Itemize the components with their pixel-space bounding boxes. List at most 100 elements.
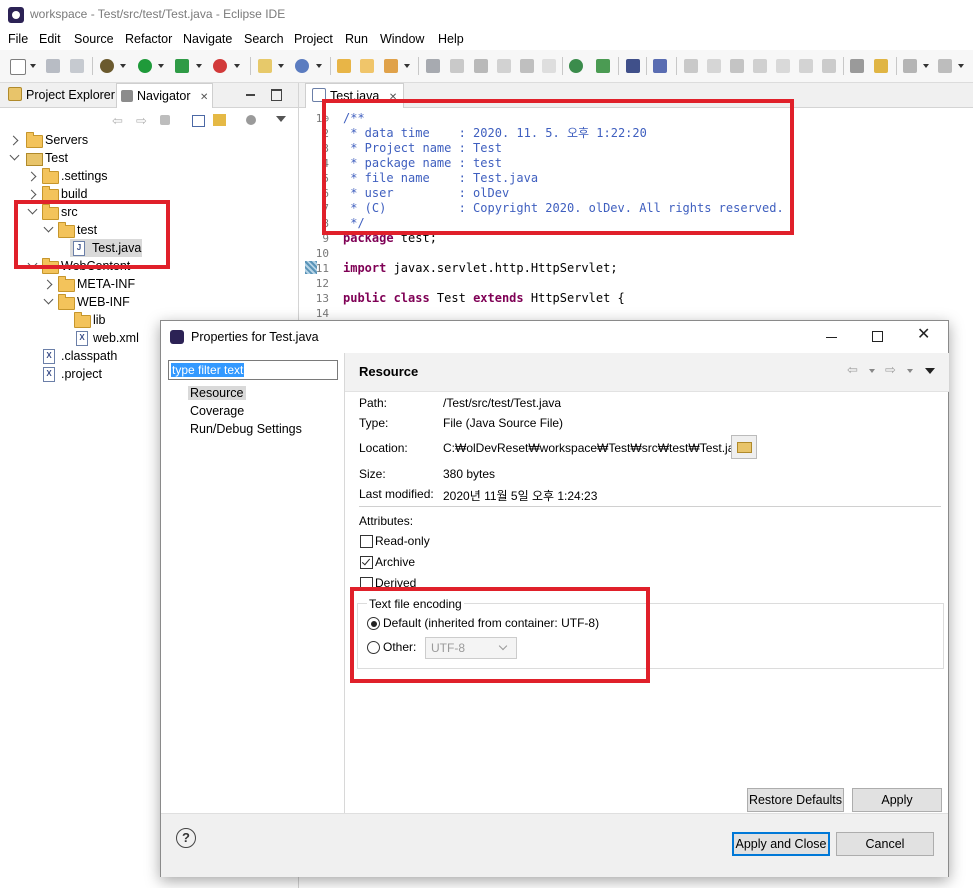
menu-source[interactable]: Source [74,32,114,46]
help-icon[interactable]: ? [176,828,196,848]
new-java-project-icon[interactable] [258,59,272,73]
chevron-down-icon[interactable] [869,369,875,373]
nav-item-coverage[interactable]: Coverage [190,404,244,418]
minimize-icon[interactable] [826,337,837,338]
toggle-mark-icon[interactable] [450,59,464,73]
web-browser-icon[interactable] [569,59,583,73]
back-dropdown-icon[interactable] [958,64,964,68]
chevron-down-icon[interactable] [43,294,54,305]
menu-project[interactable]: Project [294,32,333,46]
save-icon[interactable] [46,59,60,73]
next-edit-icon[interactable] [903,59,917,73]
minimize-icon[interactable] [246,94,255,96]
external-tools-dropdown-icon[interactable] [234,64,240,68]
read-only-checkbox[interactable] [360,535,373,548]
suspend-icon[interactable] [707,59,721,73]
view-menu-icon[interactable] [925,368,935,374]
maximize-icon[interactable] [872,331,883,342]
menu-refactor[interactable]: Refactor [125,32,172,46]
next-annotation-icon[interactable] [596,59,610,73]
chevron-right-icon[interactable] [26,171,37,182]
close-icon[interactable]: ✕ [200,92,208,103]
new-icon[interactable] [10,59,26,75]
coverage-dropdown-icon[interactable] [196,64,202,68]
close-icon[interactable]: ✕ [917,327,930,343]
search-dropdown-icon[interactable] [404,64,410,68]
view-menu-icon[interactable] [276,116,286,122]
menu-edit[interactable]: Edit [39,32,61,46]
back-arrow-icon[interactable]: ⇦ [847,362,858,378]
back-icon[interactable] [938,59,952,73]
cancel-button[interactable]: Cancel [836,832,934,856]
filter-input[interactable]: type filter text [168,360,338,380]
link-editor-icon[interactable] [213,114,226,126]
chevron-right-icon[interactable] [8,135,19,146]
restore-defaults-button[interactable]: Restore Defaults [747,788,844,812]
new-class-icon[interactable] [295,59,309,73]
location-label: Location: [359,441,408,455]
new-dropdown-icon[interactable] [30,64,36,68]
chevron-right-icon[interactable] [26,189,37,200]
apply-and-close-button[interactable]: Apply and Close [732,832,830,856]
annotation-icon[interactable] [426,59,440,73]
tree-item-servers[interactable]: Servers [0,131,298,149]
tree-item-web-inf[interactable]: WEB-INF [0,293,298,311]
debug-dropdown-icon[interactable] [120,64,126,68]
pin-icon[interactable] [653,59,667,73]
outline-icon[interactable] [850,59,864,73]
size-value: 380 bytes [443,467,496,481]
filter-icon[interactable] [246,115,256,125]
step-into-icon[interactable] [776,59,790,73]
tree-item-settings[interactable]: .settings [0,167,298,185]
run-icon[interactable] [138,59,152,73]
maximize-icon[interactable] [271,89,282,101]
terminate-icon[interactable] [730,59,744,73]
search-icon[interactable] [384,59,398,73]
menu-file[interactable]: File [8,32,28,46]
show-whitespace-icon[interactable] [542,59,556,73]
tab-navigator[interactable]: Navigator ✕ [116,83,214,108]
breadcrumb-icon[interactable] [520,59,534,73]
step-return-icon[interactable] [822,59,836,73]
nav-item-resource[interactable]: Resource [188,386,246,400]
show-in-explorer-button[interactable] [731,435,757,459]
up-folder-icon[interactable] [160,115,170,125]
block-selection-icon[interactable] [474,59,488,73]
folder-icon [58,294,75,310]
disconnect-icon[interactable] [753,59,767,73]
task-icon[interactable] [874,59,888,73]
menu-run[interactable]: Run [345,32,368,46]
menu-window[interactable]: Window [380,32,424,46]
chevron-down-icon[interactable] [9,150,20,161]
resume-icon[interactable] [684,59,698,73]
open-type-icon[interactable] [337,59,351,73]
collapse-all-icon[interactable] [192,115,205,127]
external-tools-icon[interactable] [213,59,227,73]
tree-item-test-project[interactable]: Test [0,149,298,167]
next-edit-dropdown-icon[interactable] [923,64,929,68]
menu-help[interactable]: Help [438,32,464,46]
chevron-right-icon[interactable] [42,279,53,290]
menu-navigate[interactable]: Navigate [183,32,232,46]
new-java-dropdown-icon[interactable] [278,64,284,68]
tab-project-explorer[interactable]: Project Explorer [4,83,119,107]
forward-arrow-icon[interactable]: ⇨ [885,362,896,378]
chevron-down-icon[interactable] [907,369,913,373]
nav-item-run-debug-settings[interactable]: Run/Debug Settings [190,422,302,436]
word-wrap-icon[interactable] [497,59,511,73]
save-all-icon[interactable] [70,59,84,73]
debug-icon[interactable] [100,59,114,73]
coverage-icon[interactable] [175,59,189,73]
run-dropdown-icon[interactable] [158,64,164,68]
forward-arrow-icon[interactable]: ⇨ [136,113,150,128]
back-arrow-icon[interactable]: ⇦ [112,113,126,128]
step-over-icon[interactable] [799,59,813,73]
tree-item-meta-inf[interactable]: META-INF [0,275,298,293]
dialog-nav: type filter text Resource Coverage Run/D… [161,353,344,813]
menu-search[interactable]: Search [244,32,284,46]
archive-checkbox[interactable] [360,556,373,569]
apply-button[interactable]: Apply [852,788,942,812]
new-class-dropdown-icon[interactable] [316,64,322,68]
console-icon[interactable] [626,59,640,73]
open-task-icon[interactable] [360,59,374,73]
